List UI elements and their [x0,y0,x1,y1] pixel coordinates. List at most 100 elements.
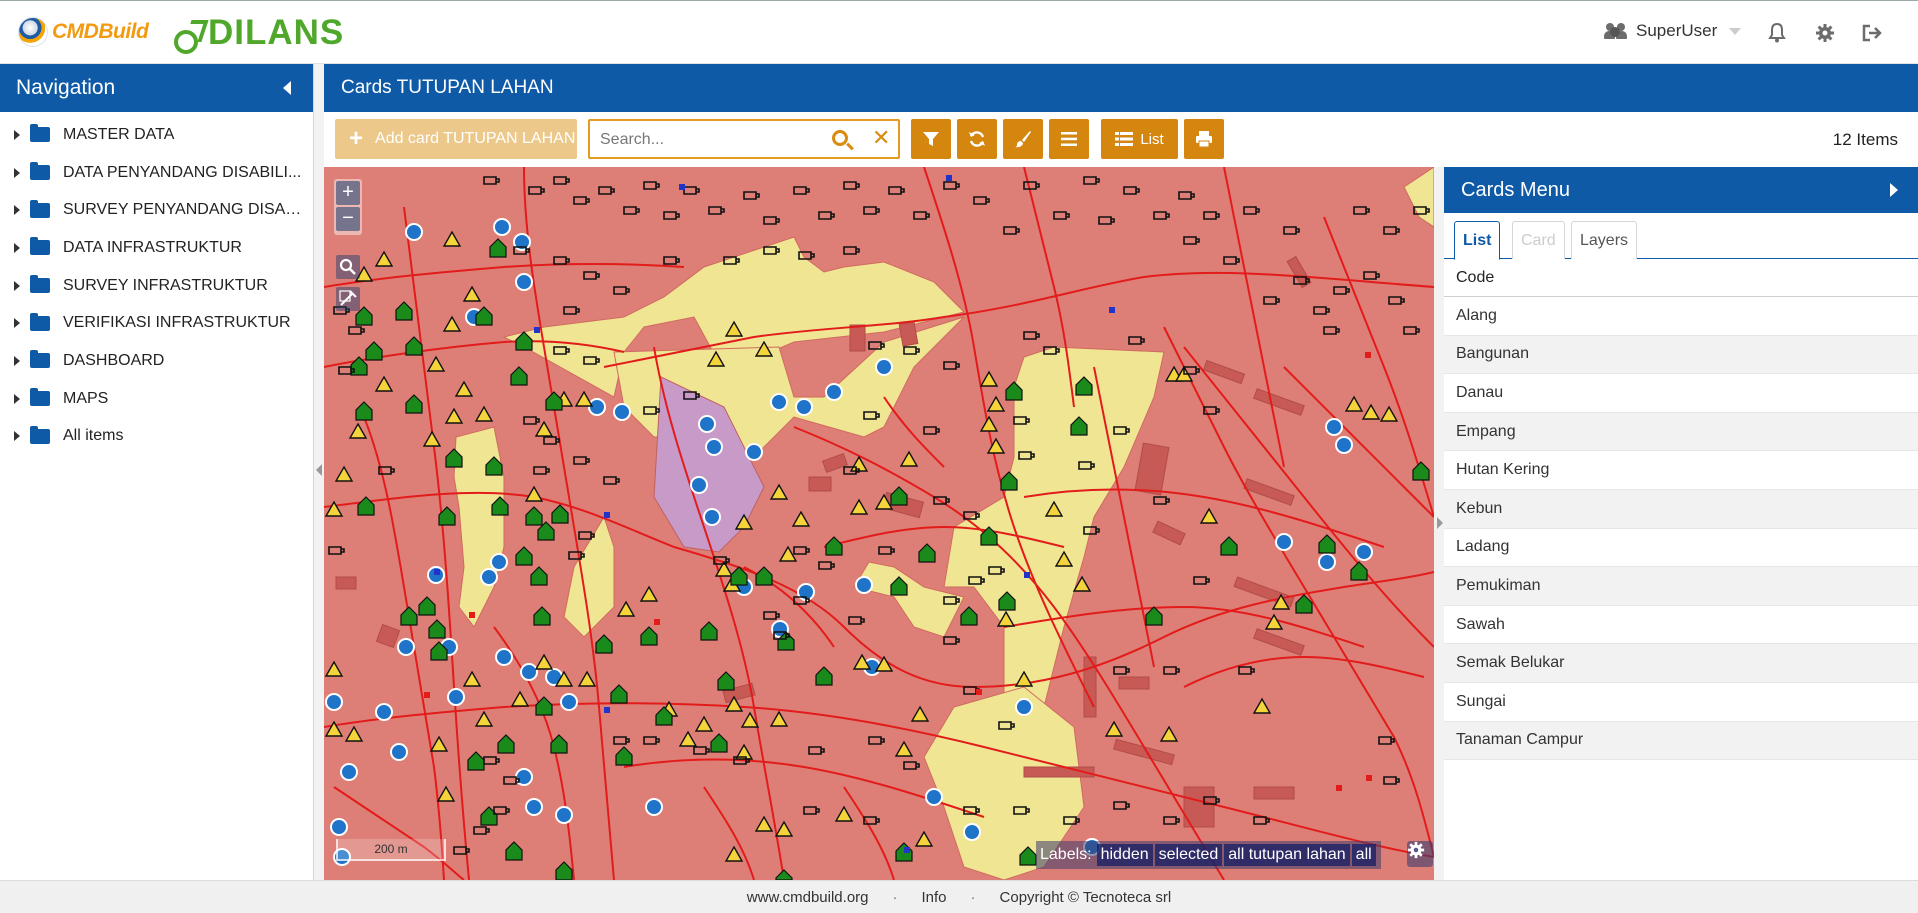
labels-option-all[interactable]: all [1351,844,1376,866]
zoom-in-button[interactable]: + [336,181,360,205]
footer-separator: · [892,888,898,906]
expand-arrow-icon[interactable] [14,280,20,291]
nav-item-all-items[interactable]: All items [0,418,313,456]
map-settings-button[interactable] [1407,841,1433,867]
collapse-cards-menu-icon[interactable] [1890,183,1898,197]
users-icon [1604,22,1628,40]
nav-item-label: DATA PENYANDANG DISABILI... [63,163,302,181]
column-header-code[interactable]: Code [1444,259,1918,297]
list-view-button[interactable]: List [1101,119,1178,159]
list-item[interactable]: Sawah [1444,606,1918,645]
magnifier-icon [339,258,356,275]
cmdbuild-logo: CMDBuild [18,15,149,49]
collapse-navigation-icon[interactable] [283,81,291,95]
paint-brush-icon [1015,131,1031,148]
nav-item-label: DASHBOARD [63,351,165,369]
list-item[interactable]: Danau [1444,374,1918,413]
dilans-logo-text: DILANS [208,13,345,52]
bell-icon[interactable] [1765,21,1789,45]
add-card-button[interactable]: + Add card TUTUPAN LAHAN [335,119,577,159]
nav-item-survey-penyandang-disabilitas[interactable]: SURVEY PENYANDANG DISABI... [0,191,313,229]
nav-item-data-infrastruktur[interactable]: DATA INFRASTRUKTUR [0,229,313,267]
expand-arrow-icon[interactable] [14,205,20,216]
map-view[interactable]: + − 200 m Labels: hidden selected all tu… [324,167,1434,880]
folder-icon [30,237,50,256]
list-item[interactable]: Empang [1444,412,1918,452]
list-item[interactable]: Sungai [1444,683,1918,722]
draw-tool[interactable] [336,287,360,311]
wheelchair-logo-icon [170,16,204,54]
map-canvas[interactable] [324,167,1434,880]
refresh-button[interactable] [957,119,997,159]
expand-arrow-icon[interactable] [1437,517,1443,529]
nav-item-verifikasi-infrastruktur[interactable]: VERIFIKASI INFRASTRUKTUR [0,304,313,342]
clear-search-icon[interactable]: ✕ [872,125,890,151]
labels-option-hidden[interactable]: hidden [1096,844,1153,866]
nav-item-label: SURVEY INFRASTRUKTUR [63,276,268,294]
cards-menu-tabs: List Card Layers [1444,213,1918,260]
folder-icon [30,199,50,218]
nav-item-maps[interactable]: MAPS [0,380,313,418]
collapse-arrow-icon[interactable] [316,464,322,476]
expand-arrow-icon[interactable] [14,318,20,329]
folder-icon [30,312,50,331]
list-item[interactable]: Kebun [1444,489,1918,529]
list-item[interactable]: Pemukiman [1444,567,1918,606]
zoom-out-button[interactable]: − [336,207,360,231]
navigation-splitter[interactable] [314,64,324,880]
nav-item-data-penyandang-disabilitas[interactable]: DATA PENYANDANG DISABILI... [0,154,313,192]
toolbar: + Add card TUTUPAN LAHAN ✕ List 12 Items [324,112,1918,167]
list-item[interactable]: Tanaman Campur [1444,721,1918,761]
expand-arrow-icon[interactable] [14,355,20,366]
user-name: SuperUser [1636,21,1718,40]
items-count: 12 Items [1832,130,1898,149]
zoom-search-tool[interactable] [336,255,360,279]
nav-item-dashboard[interactable]: DASHBOARD [0,342,313,380]
user-menu[interactable]: SuperUser [1604,21,1742,41]
tab-layers[interactable]: Layers [1571,221,1638,259]
footer-info-link[interactable]: Info [922,889,947,906]
tab-card: Card [1512,221,1565,259]
nav-item-label: DATA INFRASTRUKTUR [63,238,242,256]
expand-arrow-icon[interactable] [14,129,20,140]
footer-site-link[interactable]: www.cmdbuild.org [747,889,869,906]
expand-arrow-icon[interactable] [14,167,20,178]
footer: www.cmdbuild.org · Info · Copyright © Te… [0,880,1918,913]
filter-button[interactable] [911,119,951,159]
labels-option-all-tutupan-lahan[interactable]: all tutupan lahan [1224,844,1350,866]
gear-icon[interactable] [1813,21,1837,45]
folder-icon [30,275,50,294]
nav-item-label: SURVEY PENYANDANG DISABI... [63,201,303,219]
nav-item-master-data[interactable]: MASTER DATA [0,116,313,154]
chevron-down-icon [1729,27,1742,35]
map-splitter[interactable] [1434,167,1444,880]
cmdbuild-logo-text: CMDBuild [52,20,149,43]
list-item[interactable]: Ladang [1444,529,1918,568]
dilans-logo: DILANS [170,13,345,54]
style-button[interactable] [1003,119,1043,159]
logout-icon[interactable] [1860,21,1884,45]
menu-button[interactable] [1049,119,1089,159]
list-item[interactable]: Bangunan [1444,335,1918,375]
list-item[interactable]: Hutan Kering [1444,451,1918,490]
list-item[interactable]: Semak Belukar [1444,644,1918,683]
expand-arrow-icon[interactable] [14,242,20,253]
nav-item-label: MAPS [63,389,109,407]
gear-icon [1407,841,1425,859]
footer-copyright: Copyright © Tecnoteca srl [999,888,1172,906]
nav-item-survey-infrastruktur[interactable]: SURVEY INFRASTRUKTUR [0,267,313,305]
footer-separator: · [970,888,976,906]
list-view-label: List [1140,130,1164,148]
search-input[interactable] [600,129,820,151]
list-item[interactable]: Alang [1444,297,1918,336]
labels-title: Labels: [1040,846,1092,863]
print-button[interactable] [1184,119,1224,159]
cmdbuild-logo-icon [18,17,48,47]
tab-list[interactable]: List [1454,221,1501,260]
labels-option-selected[interactable]: selected [1154,844,1223,866]
search-icon[interactable] [832,130,848,146]
expand-arrow-icon[interactable] [14,431,20,442]
search-box: ✕ [588,119,900,159]
expand-arrow-icon[interactable] [14,393,20,404]
plus-icon: + [349,125,364,152]
